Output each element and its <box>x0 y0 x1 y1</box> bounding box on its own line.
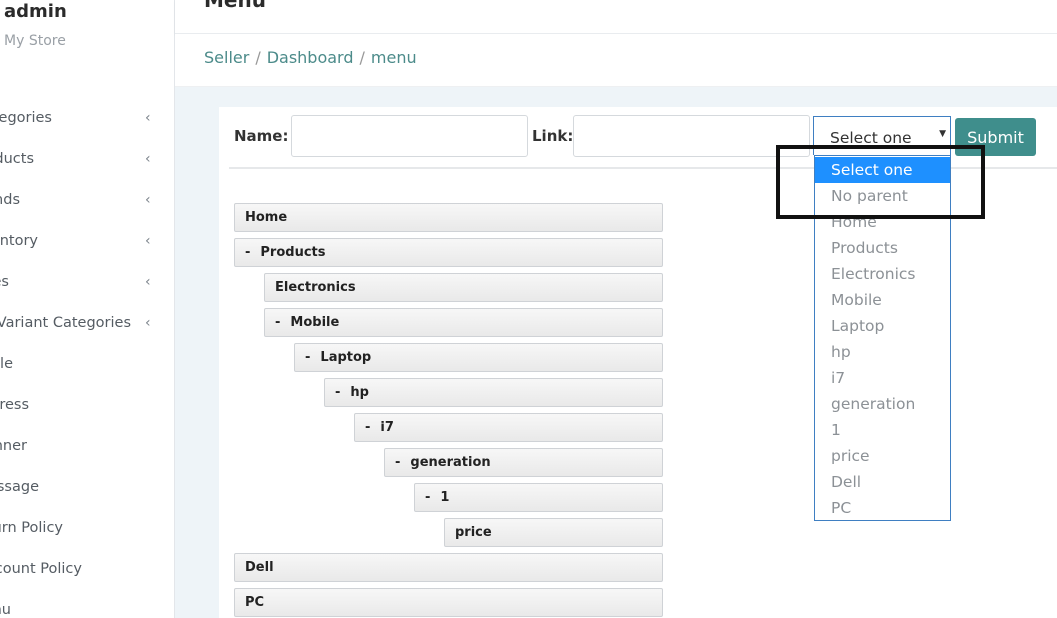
link-label: Link: <box>532 127 574 145</box>
name-input[interactable] <box>291 115 528 157</box>
collapse-toggle-icon[interactable]: - <box>305 350 310 365</box>
collapse-toggle-icon[interactable]: - <box>395 455 400 470</box>
parent-select-options: Select one No parent Home Products Electroni… <box>814 155 951 521</box>
sidebar-item[interactable]: Sizes ‹ <box>0 274 174 315</box>
sidebar-item[interactable]: Menu <box>0 602 174 618</box>
chevron-left-icon: ‹ <box>145 110 151 126</box>
menu-tree-item-label: Laptop <box>320 350 372 365</box>
parent-select-value: Select one <box>830 129 912 147</box>
chevron-left-icon: ‹ <box>145 274 151 290</box>
sidebar-item-label: Categories <box>0 110 52 126</box>
sidebar-item[interactable]: Products ‹ <box>0 151 174 192</box>
dropdown-option[interactable]: PC <box>815 495 950 521</box>
sidebar-item-label: Message <box>0 479 39 495</box>
dropdown-option[interactable]: Home <box>815 209 950 235</box>
menu-tree-item[interactable]: - hp <box>324 378 663 407</box>
sidebar-item-label: Banner <box>0 438 27 454</box>
menu-tree-item-label: Home <box>245 210 288 225</box>
breadcrumb-current: menu <box>370 48 417 67</box>
menu-tree-item-label: PC <box>245 595 265 610</box>
sidebar: admin My Store Categories‹Products‹Brand… <box>0 0 175 618</box>
sidebar-item-label: Products <box>0 151 34 167</box>
menu-tree-item-label: i7 <box>380 420 394 435</box>
menu-tree-item[interactable]: - generation <box>384 448 663 477</box>
sidebar-item-label: Variant Categories <box>0 315 131 331</box>
sidebar-item-label: Sizes <box>0 274 9 290</box>
dropdown-option[interactable]: Mobile <box>815 287 950 313</box>
dropdown-option[interactable]: i7 <box>815 365 950 391</box>
menu-tree-item-label: Products <box>260 245 326 260</box>
breadcrumb-seller[interactable]: Seller <box>204 48 249 67</box>
menu-tree-item[interactable]: - Laptop <box>294 343 663 372</box>
submit-button[interactable]: Submit <box>955 118 1036 156</box>
menu-tree-item[interactable]: Electronics <box>264 273 663 302</box>
chevron-left-icon: ‹ <box>145 233 151 249</box>
sidebar-item-label: Inventory <box>0 233 38 249</box>
menu-tree-item[interactable]: price <box>444 518 663 547</box>
dropdown-option[interactable]: No parent <box>815 183 950 209</box>
sidebar-item[interactable]: Role <box>0 356 174 397</box>
page-header: Menu <box>175 0 1057 34</box>
breadcrumb-dashboard[interactable]: Dashboard <box>267 48 354 67</box>
breadcrumb-bar: Seller / Dashboard / menu <box>175 34 1057 87</box>
sidebar-item[interactable]: Discount Policy <box>0 561 174 602</box>
sidebar-item[interactable]: Variant Categories ‹ <box>0 315 174 356</box>
dropdown-option[interactable]: price <box>815 443 950 469</box>
sidebar-item-label: Address <box>0 397 29 413</box>
sidebar-item-label: Role <box>0 356 13 372</box>
collapse-toggle-icon[interactable]: - <box>335 385 340 400</box>
collapse-toggle-icon[interactable]: - <box>365 420 370 435</box>
breadcrumb-separator: / <box>359 48 365 67</box>
chevron-left-icon: ‹ <box>145 192 151 208</box>
collapse-toggle-icon[interactable]: - <box>275 315 280 330</box>
sidebar-item[interactable]: Brands ‹ <box>0 192 174 233</box>
dropdown-option[interactable]: hp <box>815 339 950 365</box>
dropdown-option[interactable]: Electronics <box>815 261 950 287</box>
menu-tree-item[interactable]: - Products <box>234 238 663 267</box>
name-label: Name: <box>234 127 289 145</box>
parent-select[interactable]: Select one ▼ <box>813 116 951 155</box>
menu-tree-item-label: generation <box>410 455 491 470</box>
collapse-toggle-icon[interactable]: - <box>245 245 250 260</box>
sidebar-item-label: Return Policy <box>0 520 63 536</box>
dropdown-option[interactable]: Products <box>815 235 950 261</box>
chevron-left-icon: ‹ <box>145 151 151 167</box>
sidebar-item[interactable]: Message <box>0 479 174 520</box>
sidebar-item[interactable]: Address <box>0 397 174 438</box>
sidebar-item-label: Discount Policy <box>0 561 82 577</box>
collapse-toggle-icon[interactable]: - <box>425 490 430 505</box>
sidebar-item[interactable]: Return Policy <box>0 520 174 561</box>
dropdown-option[interactable]: Select one <box>815 157 950 183</box>
menu-tree-item[interactable]: Dell <box>234 553 663 582</box>
sidebar-item[interactable]: Inventory ‹ <box>0 233 174 274</box>
menu-tree-item[interactable]: - i7 <box>354 413 663 442</box>
sidebar-item[interactable]: Banner <box>0 438 174 479</box>
page-title: Menu <box>204 0 266 12</box>
chevron-left-icon: ‹ <box>145 315 151 331</box>
sidebar-item-label: Menu <box>0 602 11 618</box>
menu-tree-item-label: Electronics <box>275 280 356 295</box>
menu-tree-item-label: hp <box>350 385 369 400</box>
menu-tree-item[interactable]: -1 <box>414 483 663 512</box>
menu-tree-item[interactable]: PC <box>234 588 663 617</box>
dropdown-option[interactable]: generation <box>815 391 950 417</box>
menu-tree-item-label: price <box>455 525 492 540</box>
breadcrumb-separator: / <box>255 48 261 67</box>
dropdown-option[interactable]: 1 <box>815 417 950 443</box>
breadcrumb: Seller / Dashboard / menu <box>204 48 417 67</box>
sidebar-item-label: Brands <box>0 192 20 208</box>
menu-tree-item-label: Dell <box>245 560 274 575</box>
menu-tree-item[interactable]: Home <box>234 203 663 232</box>
dropdown-arrow-icon: ▼ <box>939 129 946 139</box>
user-store: My Store <box>4 33 66 49</box>
menu-tree-item[interactable]: - Mobile <box>264 308 663 337</box>
dropdown-option[interactable]: Dell <box>815 469 950 495</box>
link-input[interactable] <box>573 115 810 157</box>
sidebar-item[interactable]: Categories ‹ <box>0 110 174 151</box>
menu-tree-item-label: 1 <box>440 490 450 505</box>
menu-tree-item-label: Mobile <box>290 315 340 330</box>
user-name: admin <box>4 1 67 22</box>
dropdown-option[interactable]: Laptop <box>815 313 950 339</box>
